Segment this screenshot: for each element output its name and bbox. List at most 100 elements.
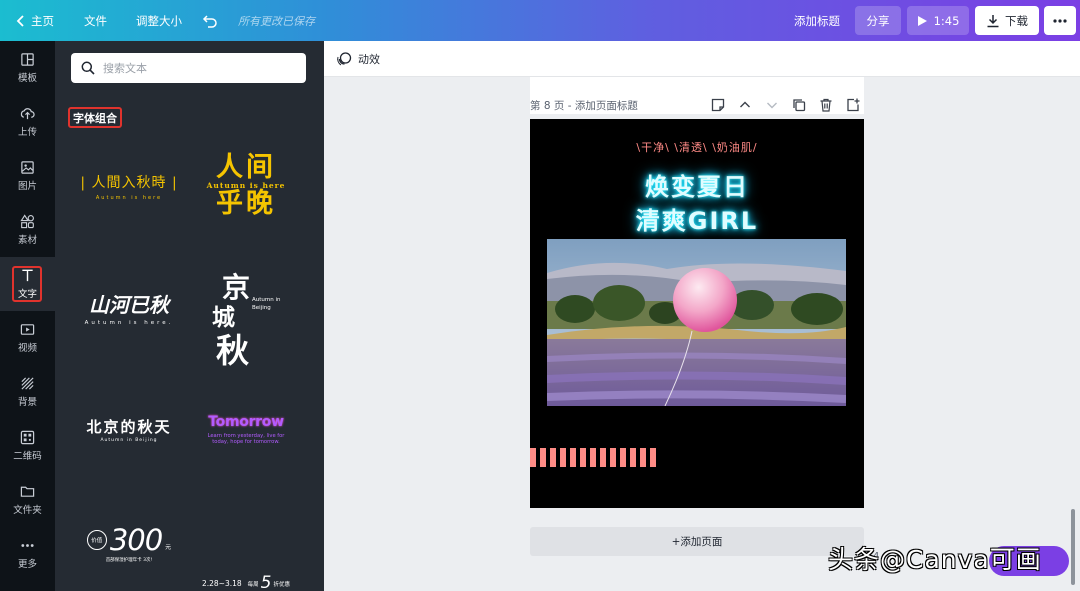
play-button[interactable]: 1:45 [907, 6, 969, 35]
top-bar: 主页 文件 调整大小 所有更改已保存 添加标题 分享 1:45 下载 [0, 0, 1080, 41]
rail-label: 背景 [17, 397, 37, 408]
add-title-button[interactable]: 添加标题 [794, 0, 840, 41]
combo-badge: 价值 [86, 530, 107, 550]
search-input[interactable] [103, 61, 293, 75]
combo-main-text: 人间 [216, 152, 276, 183]
title-line-2[interactable]: 清爽GIRL [530, 201, 864, 236]
chevron-down-icon[interactable] [764, 97, 780, 113]
download-label: 下载 [1005, 13, 1028, 28]
font-combo-tile[interactable]: | 人間入秋時 | Autumn is here [74, 136, 184, 236]
more-options-button[interactable] [1044, 6, 1076, 35]
left-nav-rail: 模板 上传 图片 素材 文字 视频 背景 二维码 文件夹 更多 [0, 41, 55, 591]
combo-main-text: 乎晚 [216, 188, 276, 219]
download-button[interactable]: 下载 [975, 6, 1039, 35]
rail-label: 素材 [17, 235, 37, 246]
qr-code-icon [20, 430, 35, 445]
rail-label: 文件夹 [13, 505, 42, 516]
rail-label: 图片 [17, 181, 37, 192]
combo-sub-text: Autumn in Beijing [100, 437, 158, 443]
combo-main-text: 300 [109, 523, 163, 557]
rail-label: 上传 [17, 127, 37, 138]
animation-icon [337, 51, 352, 65]
play-icon [917, 15, 927, 26]
tagline-text[interactable]: \干净\ \清透\ \奶油肌/ [530, 139, 864, 155]
decorative-stripes[interactable] [530, 448, 661, 467]
stripe [650, 448, 656, 467]
play-duration: 1:45 [933, 13, 960, 28]
rail-item-folders[interactable]: 文件夹 [0, 473, 55, 527]
font-combo-tile[interactable]: Tomorrow Learn from yesterday, live for … [191, 379, 301, 479]
duplicate-icon[interactable] [791, 97, 807, 113]
trash-icon[interactable] [818, 97, 834, 113]
share-button[interactable]: 分享 [855, 6, 901, 35]
add-page-icon[interactable] [845, 97, 861, 113]
rail-item-videos[interactable]: 视频 [0, 311, 55, 365]
note-icon[interactable] [710, 97, 726, 113]
stripe [610, 448, 616, 467]
text-tab-highlight [12, 266, 42, 302]
combo-prefix: 每周 [247, 582, 259, 588]
chevron-left-icon [16, 14, 24, 27]
combo-sub-text: Autumn is here [95, 194, 163, 201]
image-icon [21, 161, 34, 174]
combo-sub-text: Autumn is here. [84, 319, 174, 326]
save-status: 所有更改已保存 [238, 14, 315, 28]
stripe [620, 448, 626, 467]
search-icon [81, 61, 95, 75]
upload-icon [20, 108, 35, 120]
ellipsis-icon [1053, 18, 1067, 23]
undo-icon [202, 14, 217, 28]
combo-sub-text: today, hope for tomorrow. [212, 438, 280, 445]
rail-item-uploads[interactable]: 上传 [0, 95, 55, 149]
rail-item-templates[interactable]: 模板 [0, 41, 55, 95]
add-page-button[interactable]: +添加页面 [530, 527, 864, 556]
font-combo-tile[interactable]: 2.28~3.18 每周 5 折优惠 [191, 493, 301, 591]
combo-sub-text: 首部保湿护理年卡 3次! [105, 558, 153, 563]
font-combos-heading: 字体组合 [68, 107, 122, 128]
rail-item-photos[interactable]: 图片 [0, 149, 55, 203]
page-title-label[interactable]: 第 8 页 - 添加页面标题 [530, 98, 638, 113]
combo-char: 秋 [216, 331, 249, 370]
font-combo-tile[interactable]: 价值 300 元 首部保湿护理年卡 3次! [74, 493, 184, 591]
rail-item-elements[interactable]: 素材 [0, 203, 55, 257]
chevron-up-icon[interactable] [737, 97, 753, 113]
lavender-balloon-photo[interactable] [547, 239, 846, 406]
search-box[interactable] [71, 53, 306, 83]
rail-item-more[interactable]: 更多 [0, 527, 55, 581]
canva-editor: 主页 文件 调整大小 所有更改已保存 添加标题 分享 1:45 下载 模板 上传 [0, 0, 1080, 591]
stripe [550, 448, 556, 467]
design-page[interactable]: \干净\ \清透\ \奶油肌/ 焕变夏日 清爽GIRL [530, 119, 864, 508]
stripe [630, 448, 636, 467]
title-line-1[interactable]: 焕变夏日 [530, 167, 864, 202]
font-combo-tile[interactable]: 山河已秋 Autumn is here. [74, 257, 184, 357]
undo-button[interactable] [202, 0, 218, 41]
rail-item-qr-code[interactable]: 二维码 [0, 419, 55, 473]
folder-icon [20, 486, 35, 497]
combo-main-text: 北京的秋天 [86, 417, 172, 436]
stripe [540, 448, 546, 467]
combo-sub-text: Beijing [252, 305, 271, 311]
rail-label: 模板 [17, 73, 37, 84]
font-combo-tile[interactable]: 人间 Autumn is here 乎晚 [191, 136, 301, 236]
combo-unit: 元 [165, 544, 172, 551]
font-combo-tile[interactable]: 京 城 秋 Autumn in Beijing [191, 257, 301, 375]
resize-menu[interactable]: 调整大小 [136, 0, 182, 41]
text-panel: 字体组合 | 人間入秋時 | Autumn is here 人间 Autumn … [55, 41, 324, 591]
effects-button[interactable]: 动效 [358, 51, 380, 67]
rail-label: 二维码 [13, 451, 42, 462]
file-menu[interactable]: 文件 [84, 0, 107, 41]
stripe [580, 448, 586, 467]
stripe [570, 448, 576, 467]
editor-canvas-area: 动效 第 8 页 - 添加页面标题 \干净\ \清透\ \奶油肌/ 焕变夏日 清… [324, 41, 1080, 591]
home-link[interactable]: 主页 [16, 0, 54, 41]
rail-item-background[interactable]: 背景 [0, 365, 55, 419]
font-combo-tile[interactable]: 北京的秋天 Autumn in Beijing [74, 379, 184, 479]
vertical-scrollbar[interactable] [1071, 509, 1075, 585]
combo-dates: 2.28~3.18 [201, 579, 242, 588]
watermark-text: 头条@Canva可画 [828, 545, 1042, 574]
video-icon [20, 324, 35, 335]
effects-toolbar: 动效 [324, 41, 1080, 77]
template-icon [21, 53, 34, 66]
download-icon [987, 14, 999, 27]
rail-label: 更多 [17, 559, 37, 570]
